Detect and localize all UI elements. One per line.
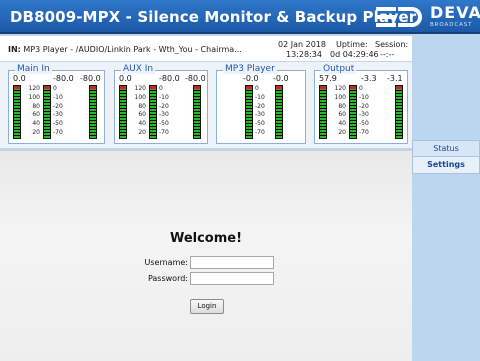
meter-group-main-in: Main In 0.0 -80.0 -80.0 120 100 80 60 40 20 0… <box>8 64 105 144</box>
meter-scale: 0 -10 -20 -30 -50 -70 <box>53 85 63 136</box>
username-label: Username: <box>144 258 188 267</box>
meter-value: -80.0 <box>185 74 206 83</box>
meter-scale: 120 100 80 60 40 20 <box>334 85 346 136</box>
level-bar <box>119 85 127 139</box>
meter-value: -0.0 <box>273 74 289 83</box>
meter-value: 0.0 <box>119 74 132 83</box>
meter-group-output: Output 57.9 -3.3 -3.1 120 100 80 60 40 20 0 -1… <box>314 64 408 144</box>
level-bar <box>149 85 157 139</box>
status-info-bar: IN: MP3 Player - /AUDIO/Linkin Park - Wt… <box>0 36 412 62</box>
date-display: 02 Jan 2018 <box>278 40 326 49</box>
session-label: Session: <box>375 40 409 49</box>
login-button[interactable]: Login <box>190 299 224 314</box>
meter-value: -80.0 <box>80 74 101 83</box>
now-playing: IN: MP3 Player - /AUDIO/Linkin Park - Wt… <box>8 45 242 54</box>
level-bar <box>43 85 51 139</box>
level-bar <box>275 85 283 139</box>
username-input[interactable] <box>190 256 274 269</box>
meter-value: -80.0 <box>53 74 74 83</box>
meter-value: 0.0 <box>13 74 26 83</box>
side-tabs: Status Settings <box>412 140 480 174</box>
meter-group-label: Main In <box>15 64 52 74</box>
right-sidebar <box>412 36 480 361</box>
level-bar <box>245 85 253 139</box>
password-input[interactable] <box>190 272 274 285</box>
session-value: --:-- <box>380 50 395 59</box>
logo-wordmark: DEVA <box>430 3 480 22</box>
meter-value: -3.3 <box>361 74 377 83</box>
meter-group-aux-in: AUX In 0.0 -80.0 -80.0 120 100 80 60 40 20 0-… <box>114 64 208 144</box>
meter-group-label: AUX In <box>121 64 156 74</box>
tab-status[interactable]: Status <box>412 140 480 157</box>
page-title: DB8009-MPX - Silence Monitor & Backup Pl… <box>10 8 417 26</box>
meter-value: -80.0 <box>159 74 180 83</box>
meter-group-label: MP3 Player <box>223 64 277 74</box>
app-header: DB8009-MPX - Silence Monitor & Backup Pl… <box>0 0 480 34</box>
meter-value: -0.0 <box>243 74 259 83</box>
meter-value: 57.9 <box>319 74 337 83</box>
meter-scale: 120 100 80 60 40 20 <box>134 85 146 136</box>
logo-subtitle: BROADCAST <box>430 22 473 28</box>
meter-scale: 0 -10 -20 -30 -50 -70 <box>255 85 265 136</box>
password-label: Password: <box>147 274 188 283</box>
tab-settings[interactable]: Settings <box>412 157 480 174</box>
uptime-label: Uptime: <box>336 40 368 49</box>
level-bar <box>349 85 357 139</box>
meter-scale: 120 100 80 60 40 20 <box>28 85 40 136</box>
login-panel: Welcome! Username: Password: Login <box>0 150 412 361</box>
time-display: 13:28:34 <box>286 50 322 59</box>
welcome-heading: Welcome! <box>169 231 243 246</box>
level-bar <box>193 85 201 139</box>
now-playing-text: MP3 Player - /AUDIO/Linkin Park - Wth_Yo… <box>20 45 242 54</box>
level-bar <box>13 85 21 139</box>
meter-group-mp3-player: MP3 Player -0.0 -0.0 0 -10 -20 -30 -50 -70 <box>216 64 306 144</box>
level-bar <box>395 85 403 139</box>
meter-value: -3.1 <box>387 74 403 83</box>
uptime-value: 0d 04:29:46 <box>330 50 379 59</box>
meter-scale: 0 -10 -20 -30 -50 -70 <box>359 85 369 136</box>
level-bar <box>89 85 97 139</box>
level-meters-panel: Main In 0.0 -80.0 -80.0 120 100 80 60 40 20 0… <box>0 62 412 148</box>
meter-group-label: Output <box>321 64 357 74</box>
level-bar <box>319 85 327 139</box>
input-label: IN: <box>8 45 21 54</box>
meter-scale: 0 -10 -20 -30 -50 -70 <box>159 85 169 136</box>
